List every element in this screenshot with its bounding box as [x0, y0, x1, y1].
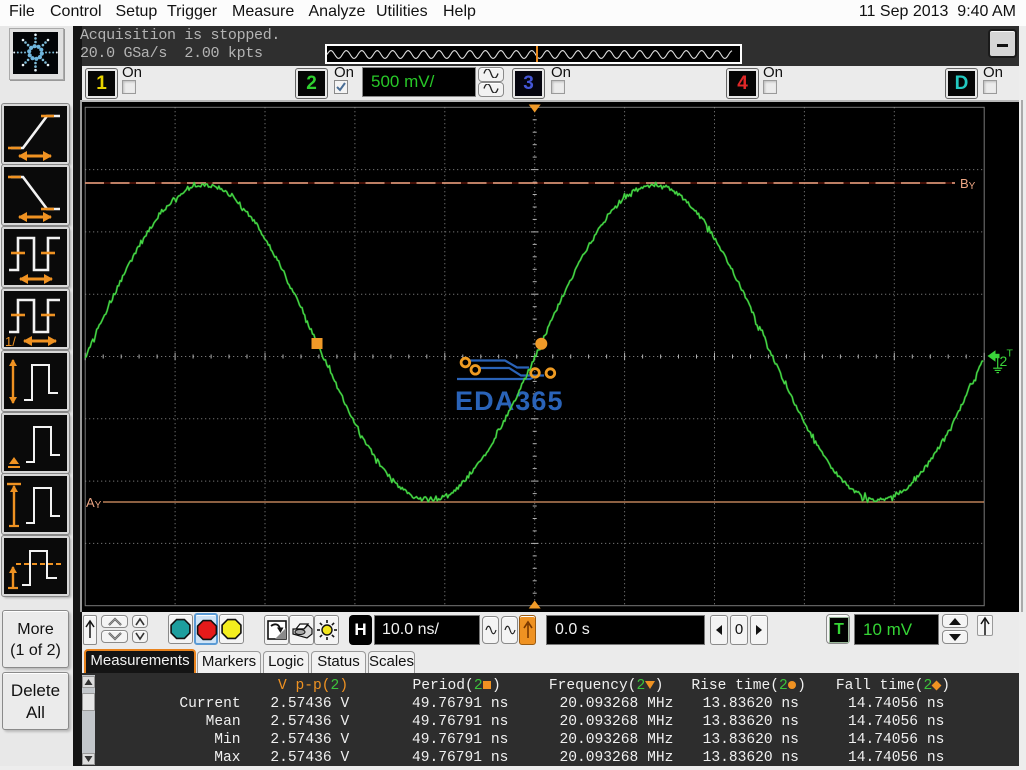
svg-text:T: T: [1007, 348, 1014, 360]
svg-text:BY: BY: [960, 176, 976, 192]
svg-text:1/: 1/: [5, 334, 16, 347]
svg-text:AY: AY: [86, 495, 102, 511]
